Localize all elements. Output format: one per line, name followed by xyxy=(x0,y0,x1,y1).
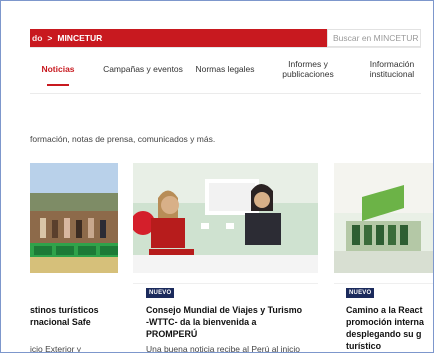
news-card-1-excerpt: icio Exterior y xyxy=(30,344,82,353)
news-card-1-title-line-2: rnacional Safe xyxy=(30,317,91,327)
nav-divider xyxy=(30,93,421,94)
tab-normas[interactable]: Normas legales xyxy=(190,51,260,89)
news-card-1-title-line-1: stinos turísticos xyxy=(30,305,99,315)
news-card-3[interactable]: NUEVO Camino a la React promoción intern… xyxy=(334,163,433,352)
news-card-3-image xyxy=(334,163,433,273)
news-card-3-title-line-4: turístico xyxy=(346,341,382,351)
intro-text: formación, notas de prensa, comunicados … xyxy=(30,134,216,144)
tab-normas-label: Normas legales xyxy=(195,64,255,75)
news-card-3-title-line-3: desplegando su g xyxy=(346,329,422,339)
search-input[interactable]: Buscar en MINCETUR xyxy=(327,29,421,47)
breadcrumb-separator: > xyxy=(47,33,53,43)
news-card-2[interactable]: NUEVO Consejo Mundial de Viajes y Turism… xyxy=(133,163,318,353)
active-tab-indicator xyxy=(47,84,69,86)
new-badge: NUEVO xyxy=(146,288,175,298)
news-card-1[interactable]: stinos turísticos rnacional Safe icio Ex… xyxy=(30,163,118,353)
search-placeholder: Buscar en MINCETUR xyxy=(333,33,419,43)
news-card-3-divider xyxy=(334,283,433,284)
tab-campanas[interactable]: Campañas y eventos xyxy=(100,51,186,89)
news-card-3-title-line-1: Camino a la React xyxy=(346,305,423,315)
browser-viewport: do > MINCETUR Buscar en MINCETUR Noticia… xyxy=(0,0,434,353)
tab-noticias-label: Noticias xyxy=(41,64,75,75)
breadcrumb-current: MINCETUR xyxy=(57,33,103,43)
news-card-3-title-line-2: promoción interna xyxy=(346,317,424,327)
header-bar: do > MINCETUR xyxy=(30,29,327,47)
header-divider xyxy=(30,47,421,48)
breadcrumb-prev[interactable]: do xyxy=(32,33,42,43)
news-card-3-title[interactable]: Camino a la React promoción interna desp… xyxy=(346,304,424,352)
tourism-stand-photo xyxy=(334,163,433,273)
new-badge: NUEVO xyxy=(346,288,375,298)
news-card-2-title-line-2: -WTTC- da la bienvenida a xyxy=(146,317,257,327)
news-card-2-title[interactable]: Consejo Mundial de Viajes y Turismo -WTT… xyxy=(146,304,302,340)
news-card-2-divider xyxy=(133,283,318,284)
tab-informes[interactable]: Informes y publicaciones xyxy=(272,51,344,89)
main-nav: Noticias Campañas y eventos Normas legal… xyxy=(30,51,430,93)
news-card-2-title-line-1: Consejo Mundial de Viajes y Turismo xyxy=(146,305,303,315)
wttc-meeting-photo xyxy=(133,163,318,273)
tab-institucional[interactable]: Información institucional xyxy=(360,51,424,89)
news-card-2-excerpt: Una buena noticia recibe al Perú al inic… xyxy=(146,344,301,353)
news-card-2-title-line-3: PROMPERÚ xyxy=(146,329,198,339)
tab-institucional-label-2: institucional xyxy=(369,69,415,79)
news-card-2-image xyxy=(133,163,318,273)
tab-informes-label-2: publicaciones xyxy=(282,69,334,79)
news-card-1-image xyxy=(30,163,118,273)
news-card-1-title[interactable]: stinos turísticos rnacional Safe xyxy=(30,304,99,328)
safe-travels-photo xyxy=(30,163,118,273)
tab-campanas-label: Campañas y eventos xyxy=(103,64,183,75)
